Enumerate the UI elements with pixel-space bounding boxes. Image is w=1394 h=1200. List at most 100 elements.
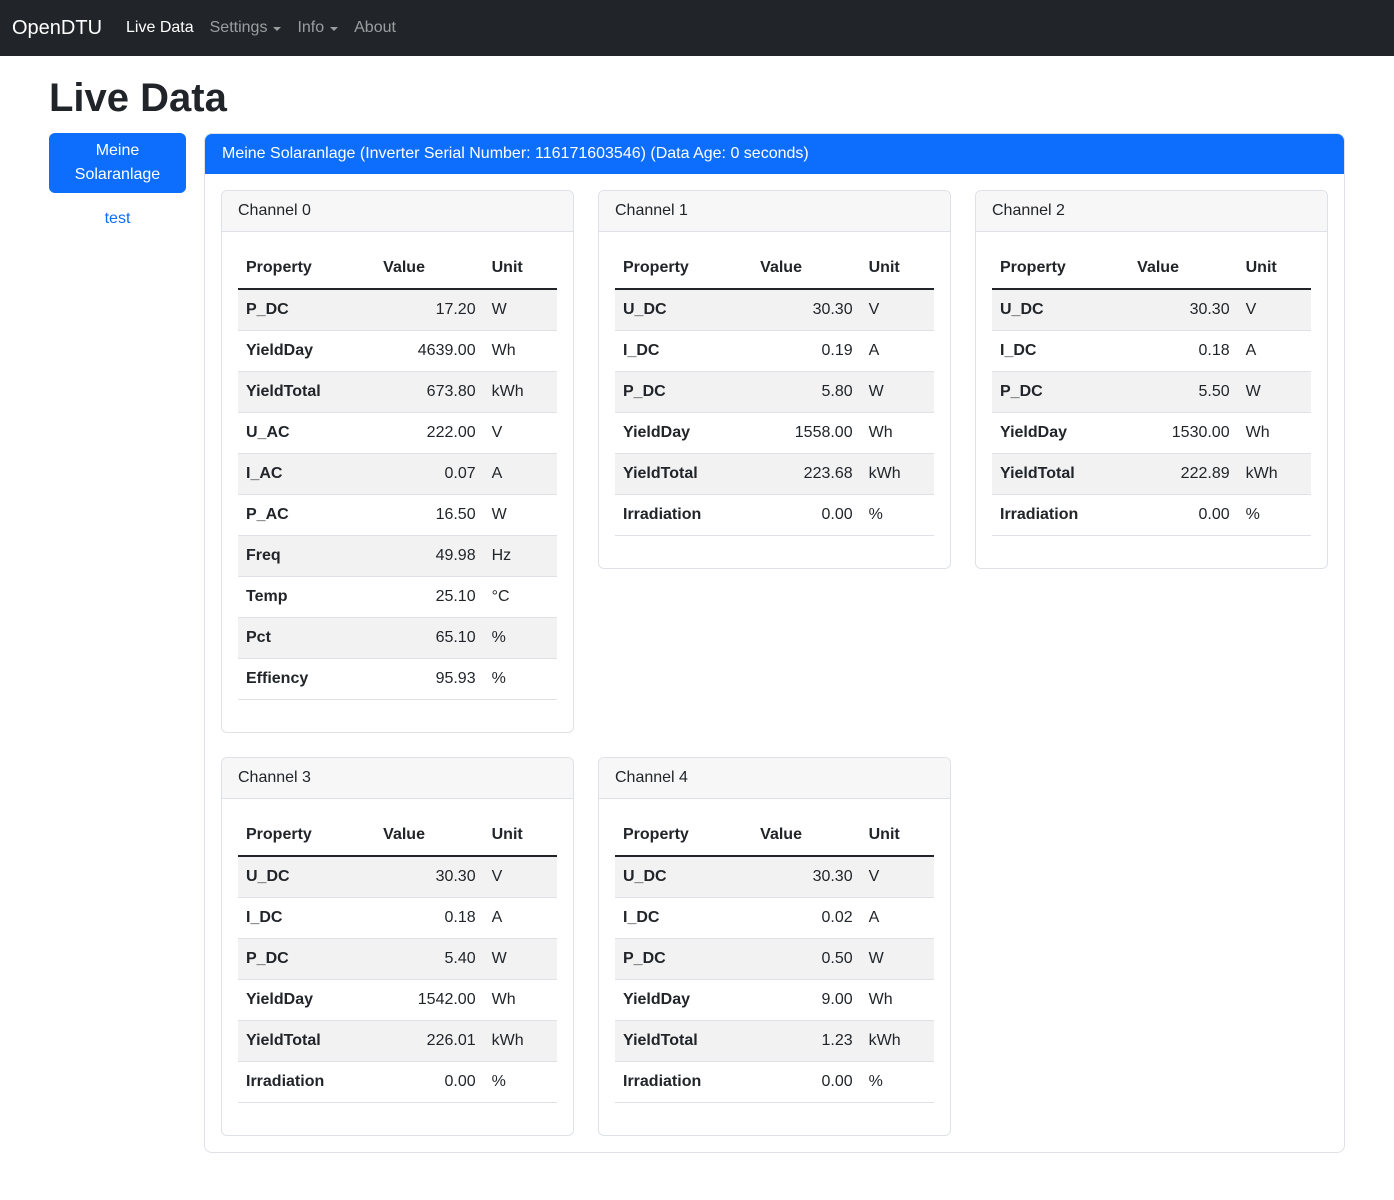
property-cell: Irradiation [615, 495, 752, 536]
value-cell: 1530.00 [1129, 413, 1237, 454]
unit-cell: Wh [484, 331, 557, 372]
nav-item-live-data[interactable]: Live Data [118, 11, 202, 45]
nav-item-label: About [354, 19, 396, 37]
value-cell: 0.18 [1129, 331, 1237, 372]
channel-table: Property Value Unit U_DC 30.30 V I_DC 0.… [615, 248, 934, 536]
table-row: YieldTotal 673.80 kWh [238, 372, 557, 413]
table-row: U_DC 30.30 V [615, 289, 934, 331]
content-layout: Meine Solaranlage test Meine Solaranlage… [49, 133, 1345, 1153]
table-row: YieldDay 9.00 Wh [615, 980, 934, 1021]
inverter-select-button[interactable]: Meine Solaranlage [49, 133, 186, 193]
nav-item-label: Settings [210, 19, 268, 37]
value-cell: 5.80 [752, 372, 860, 413]
unit-cell: A [861, 331, 934, 372]
unit-cell: Wh [861, 980, 934, 1021]
channel-card: Channel 0 Property Value Unit P_DC 17.20… [221, 190, 574, 733]
channel-card-title: Channel 3 [222, 758, 573, 799]
unit-cell: °C [484, 577, 557, 618]
property-cell: YieldDay [992, 413, 1129, 454]
property-cell: U_DC [992, 289, 1129, 331]
property-cell: Pct [238, 618, 375, 659]
table-row: YieldTotal 226.01 kWh [238, 1021, 557, 1062]
table-header-row: Property Value Unit [238, 248, 557, 289]
property-cell: P_DC [238, 939, 375, 980]
table-row: Irradiation 0.00 % [615, 1062, 934, 1103]
unit-cell: V [861, 856, 934, 898]
table-row: P_DC 5.40 W [238, 939, 557, 980]
inverter-link-test[interactable]: test [49, 210, 186, 228]
value-cell: 223.68 [752, 454, 860, 495]
navbar: OpenDTU Live Data Settings Info About [0, 0, 1394, 56]
channel-table: Property Value Unit U_DC 30.30 V I_DC 0.… [992, 248, 1311, 536]
unit-cell: % [861, 1062, 934, 1103]
table-row: I_AC 0.07 A [238, 454, 557, 495]
table-row: Freq 49.98 Hz [238, 536, 557, 577]
property-cell: YieldDay [615, 980, 752, 1021]
property-cell: YieldTotal [238, 1021, 375, 1062]
table-row: YieldDay 1558.00 Wh [615, 413, 934, 454]
table-row: YieldTotal 1.23 kWh [615, 1021, 934, 1062]
table-row: P_DC 0.50 W [615, 939, 934, 980]
column-header-unit: Unit [861, 248, 934, 289]
value-cell: 222.00 [375, 413, 483, 454]
property-cell: Irradiation [992, 495, 1129, 536]
channel-card-body: Property Value Unit U_DC 30.30 V I_DC 0.… [599, 232, 950, 568]
value-cell: 0.00 [375, 1062, 483, 1103]
value-cell: 49.98 [375, 536, 483, 577]
table-row: I_DC 0.02 A [615, 898, 934, 939]
property-cell: Freq [238, 536, 375, 577]
unit-cell: Hz [484, 536, 557, 577]
column-header-property: Property [615, 248, 752, 289]
main-content: Meine Solaranlage (Inverter Serial Numbe… [204, 133, 1345, 1153]
page-container: Live Data Meine Solaranlage test Meine S… [0, 56, 1394, 1183]
nav-item-settings[interactable]: Settings [202, 11, 290, 45]
column-header-property: Property [615, 815, 752, 856]
property-cell: YieldTotal [992, 454, 1129, 495]
value-cell: 17.20 [375, 289, 483, 331]
table-header-row: Property Value Unit [992, 248, 1311, 289]
unit-cell: V [484, 856, 557, 898]
unit-cell: V [861, 289, 934, 331]
value-cell: 4639.00 [375, 331, 483, 372]
value-cell: 0.50 [752, 939, 860, 980]
value-cell: 25.10 [375, 577, 483, 618]
value-cell: 1.23 [752, 1021, 860, 1062]
table-row: YieldDay 4639.00 Wh [238, 331, 557, 372]
value-cell: 5.50 [1129, 372, 1237, 413]
table-row: U_DC 30.30 V [238, 856, 557, 898]
page-title: Live Data [49, 76, 1345, 121]
channel-card-body: Property Value Unit P_DC 17.20 W YieldDa… [222, 232, 573, 732]
value-cell: 222.89 [1129, 454, 1237, 495]
brand-logo[interactable]: OpenDTU [12, 17, 102, 40]
navbar-menu: Live Data Settings Info About [118, 11, 404, 45]
chevron-down-icon [330, 27, 338, 31]
channel-card-title: Channel 2 [976, 191, 1327, 232]
property-cell: U_DC [615, 856, 752, 898]
property-cell: P_DC [238, 289, 375, 331]
inverter-panel-header: Meine Solaranlage (Inverter Serial Numbe… [205, 134, 1344, 174]
property-cell: P_DC [615, 939, 752, 980]
table-header-row: Property Value Unit [615, 815, 934, 856]
nav-item-about[interactable]: About [346, 11, 404, 45]
nav-item-label: Info [297, 19, 324, 37]
property-cell: YieldTotal [615, 454, 752, 495]
channel-card: Channel 3 Property Value Unit U_DC 30.30… [221, 757, 574, 1136]
unit-cell: A [484, 898, 557, 939]
nav-item-label: Live Data [126, 19, 194, 37]
unit-cell: % [484, 659, 557, 700]
channel-table: Property Value Unit P_DC 17.20 W YieldDa… [238, 248, 557, 700]
value-cell: 30.30 [375, 856, 483, 898]
property-cell: I_DC [615, 898, 752, 939]
unit-cell: kWh [484, 1021, 557, 1062]
value-cell: 226.01 [375, 1021, 483, 1062]
unit-cell: W [861, 939, 934, 980]
channel-table: Property Value Unit U_DC 30.30 V I_DC 0.… [238, 815, 557, 1103]
property-cell: I_DC [238, 898, 375, 939]
property-cell: U_DC [615, 289, 752, 331]
property-cell: P_DC [992, 372, 1129, 413]
column-header-value: Value [375, 248, 483, 289]
value-cell: 30.30 [1129, 289, 1237, 331]
property-cell: YieldDay [238, 331, 375, 372]
nav-item-info[interactable]: Info [289, 11, 346, 45]
unit-cell: % [861, 495, 934, 536]
